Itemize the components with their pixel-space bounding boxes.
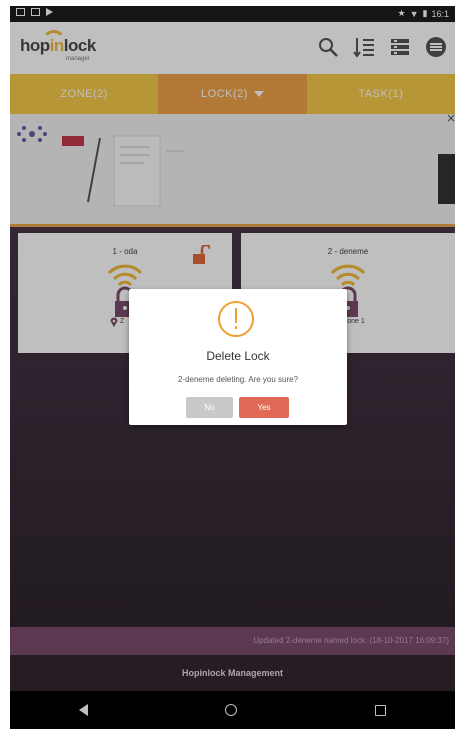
- yes-button[interactable]: Yes: [239, 397, 289, 418]
- no-button[interactable]: No: [186, 397, 233, 418]
- delete-lock-dialog: Delete Lock 2-deneme deleting. Are you s…: [129, 289, 347, 425]
- screen: ★ ▼ ▮ 16:1 hopinlock manager ZONE(2) LOC…: [10, 6, 455, 729]
- warning-icon: [218, 301, 254, 337]
- dialog-title: Delete Lock: [206, 349, 270, 363]
- dialog-message: 2-deneme deleting. Are you sure?: [177, 375, 299, 384]
